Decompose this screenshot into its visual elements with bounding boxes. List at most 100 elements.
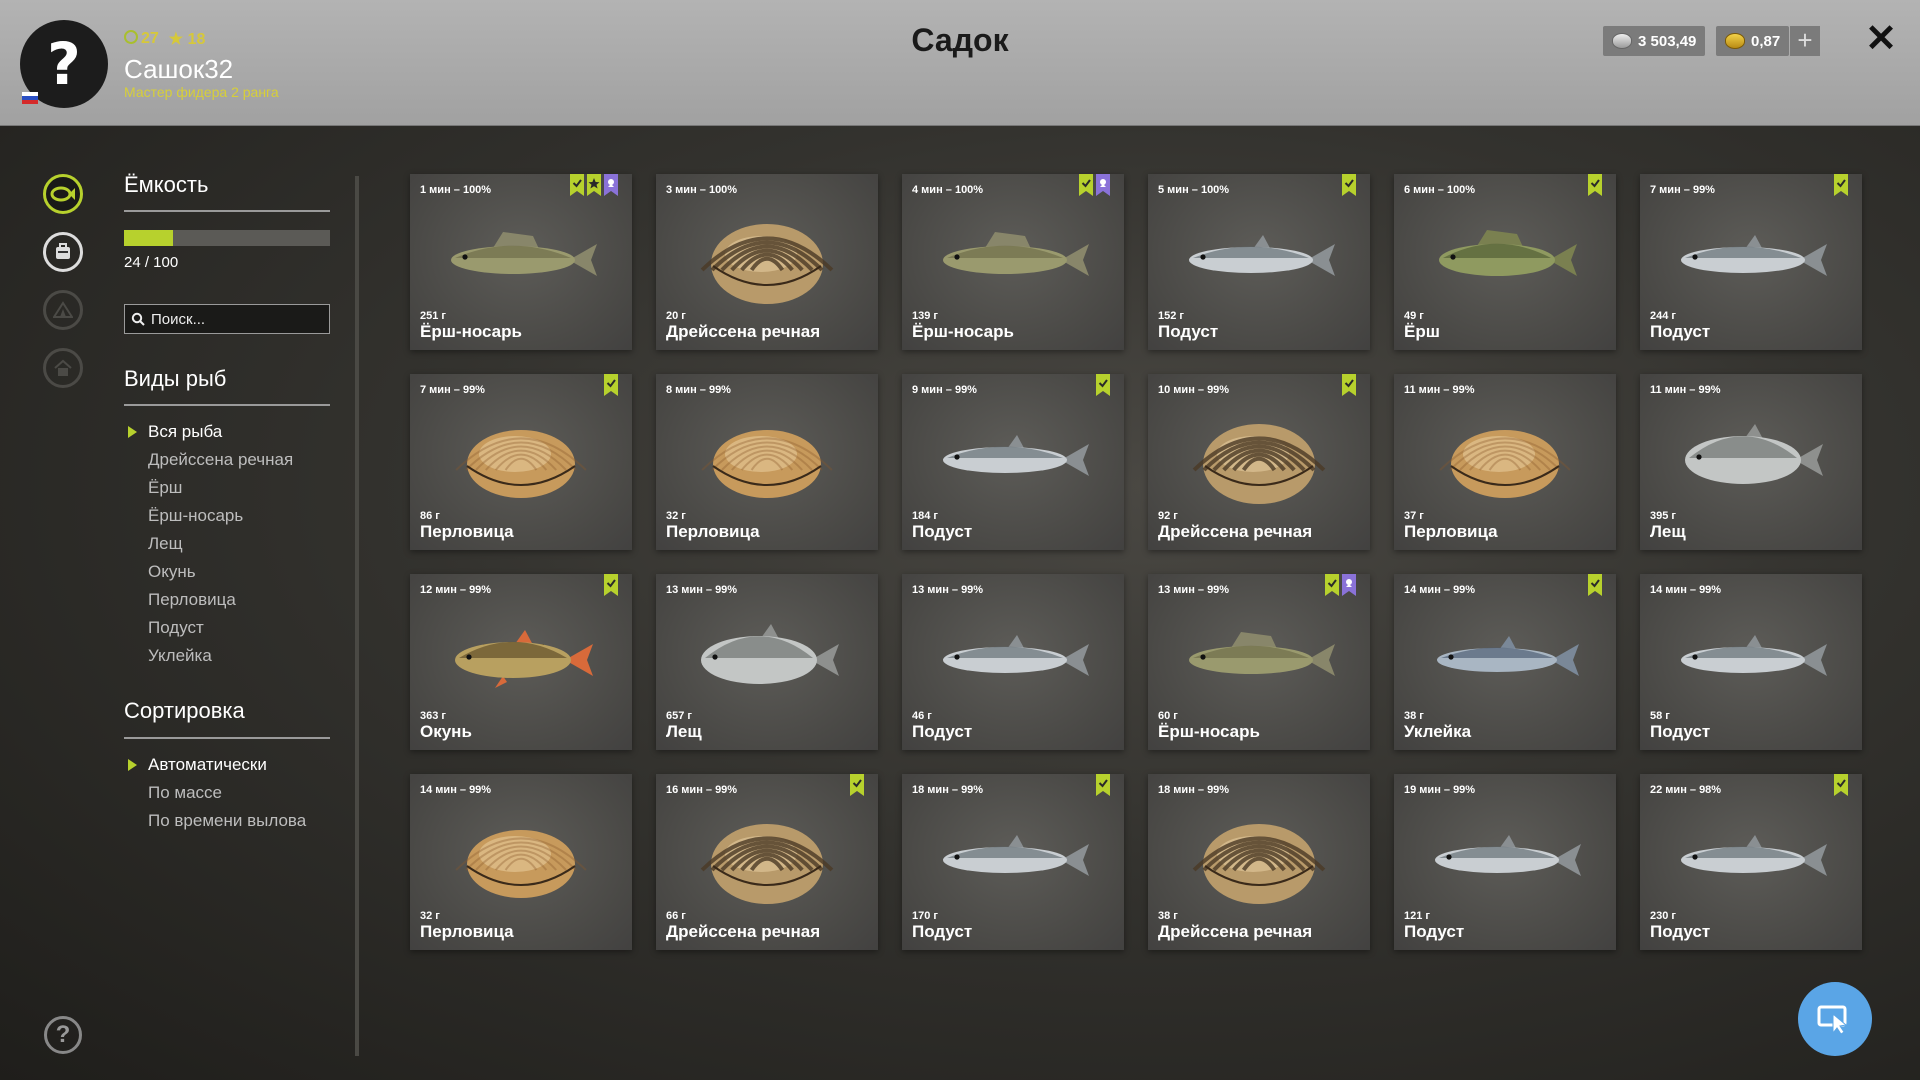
catch-card[interactable]: 7 мин – 99% 244 г Подуст <box>1640 174 1862 350</box>
catch-card[interactable]: 1 мин – 100% 251 г Ёрш-носарь <box>410 174 632 350</box>
catch-weight: 32 г <box>420 910 440 922</box>
card-badges <box>1096 774 1110 796</box>
catch-time: 11 мин – 99% <box>1650 384 1721 396</box>
tent-tab-icon[interactable] <box>43 290 83 330</box>
capacity-bar <box>124 230 330 246</box>
catch-card[interactable]: 22 мин – 98% 230 г Подуст <box>1640 774 1862 950</box>
catch-card[interactable]: 19 мин – 99% 121 г Подуст <box>1394 774 1616 950</box>
species-filter-item[interactable]: Окунь <box>124 558 293 586</box>
card-badges <box>850 774 864 796</box>
card-badges <box>1834 174 1848 196</box>
sort-divider <box>124 737 330 739</box>
fish-image <box>410 602 632 712</box>
bookmark-check-icon <box>1096 774 1110 796</box>
cursor-mode-button[interactable] <box>1798 982 1872 1056</box>
catch-name: Ёрш <box>1404 322 1440 341</box>
catch-card[interactable]: 18 мин – 99% 170 г Подуст <box>902 774 1124 950</box>
catch-card[interactable]: 13 мин – 99% 46 г Подуст <box>902 574 1124 750</box>
fish-image <box>902 602 1124 712</box>
catch-time: 14 мин – 99% <box>1404 584 1476 596</box>
catch-name: Подуст <box>1404 922 1465 941</box>
gold-amount: 0,87 <box>1751 32 1781 50</box>
capacity-text: 24 / 100 <box>124 254 179 271</box>
catch-card[interactable]: 11 мин – 99% 395 г Лещ <box>1640 374 1862 550</box>
catch-name: Перловица <box>666 522 760 541</box>
capacity-fill <box>124 230 174 246</box>
catch-card[interactable]: 14 мин – 99% 58 г Подуст <box>1640 574 1862 750</box>
catch-weight: 139 г <box>912 310 938 322</box>
catch-time: 6 мин – 100% <box>1404 184 1476 196</box>
catch-name: Подуст <box>1650 322 1711 341</box>
catch-weight: 121 г <box>1404 910 1430 922</box>
add-currency-button[interactable]: + <box>1790 26 1820 56</box>
house-tab-icon[interactable] <box>43 348 83 388</box>
species-filter-item[interactable]: Дрейссена речная <box>124 446 293 474</box>
mussel-image <box>656 802 878 912</box>
catch-weight: 92 г <box>1158 510 1178 522</box>
catch-card[interactable]: 9 мин – 99% 184 г Подуст <box>902 374 1124 550</box>
species-filter-item[interactable]: Вся рыба <box>124 418 293 446</box>
catch-weight: 66 г <box>666 910 686 922</box>
catch-card[interactable]: 6 мин – 100% 49 г Ёрш <box>1394 174 1616 350</box>
sort-option-item[interactable]: По времени вылова <box>124 807 306 835</box>
catch-weight: 184 г <box>912 510 938 522</box>
bag-tab-icon[interactable] <box>43 232 83 272</box>
species-filter-item[interactable]: Уклейка <box>124 642 293 670</box>
cursor-icon <box>1817 1005 1848 1035</box>
search-icon <box>131 312 145 326</box>
catch-card[interactable]: 3 мин – 100% 20 г Дрейссена речная <box>656 174 878 350</box>
species-filter-item[interactable]: Подуст <box>124 614 293 642</box>
catch-card[interactable]: 12 мин – 99% 363 г Окунь <box>410 574 632 750</box>
close-button[interactable]: ✕ <box>1862 20 1900 58</box>
species-filter-item[interactable]: Ёрш-носарь <box>124 502 293 530</box>
catch-card[interactable]: 5 мин – 100% 152 г Подуст <box>1148 174 1370 350</box>
silver-coin-icon <box>1612 33 1632 49</box>
bookmark-trophy-icon <box>1342 574 1356 596</box>
sort-option-item[interactable]: По массе <box>124 779 306 807</box>
bookmark-check-icon <box>570 174 584 196</box>
card-badges <box>604 574 618 596</box>
bookmark-star-icon <box>587 174 601 196</box>
catch-card[interactable]: 14 мин – 99% 32 г Перловица <box>410 774 632 950</box>
catch-card[interactable]: 16 мин – 99% 66 г Дрейссена речная <box>656 774 878 950</box>
fish-image <box>1640 202 1862 312</box>
catch-weight: 230 г <box>1650 910 1676 922</box>
catch-card[interactable]: 8 мин – 99% 32 г Перловица <box>656 374 878 550</box>
catch-name: Подуст <box>912 722 973 741</box>
catch-card[interactable]: 10 мин – 99% 92 г Дрейссена речная <box>1148 374 1370 550</box>
mussel-image <box>656 202 878 312</box>
catch-weight: 363 г <box>420 710 446 722</box>
sort-list: Автоматически По массе По времени вылова <box>124 751 306 835</box>
search-box[interactable]: Поиск... <box>124 304 330 334</box>
mussel-image <box>1148 802 1370 912</box>
catch-card[interactable]: 11 мин – 99% 37 г Перловица <box>1394 374 1616 550</box>
fish-keepnet-tab-icon[interactable] <box>43 174 83 214</box>
gold-coin-icon <box>1725 33 1745 49</box>
catch-card[interactable]: 7 мин – 99% 86 г Перловица <box>410 374 632 550</box>
catch-name: Лещ <box>666 722 702 741</box>
bookmark-check-icon <box>1588 174 1602 196</box>
catch-card[interactable]: 14 мин – 99% 38 г Уклейка <box>1394 574 1616 750</box>
help-icon[interactable]: ? <box>44 1016 82 1054</box>
catch-name: Ёрш-носарь <box>420 322 522 341</box>
catch-card[interactable]: 18 мин – 99% 38 г Дрейссена речная <box>1148 774 1370 950</box>
bookmark-check-icon <box>1834 774 1848 796</box>
sort-option-item[interactable]: Автоматически <box>124 751 306 779</box>
catch-name: Ёрш-носарь <box>1158 722 1260 741</box>
catch-name: Подуст <box>1650 722 1711 741</box>
catch-card[interactable]: 13 мин – 99% 657 г Лещ <box>656 574 878 750</box>
fish-image <box>902 802 1124 912</box>
catch-card[interactable]: 13 мин – 99% 60 г Ёрш-носарь <box>1148 574 1370 750</box>
catch-card[interactable]: 4 мин – 100% 139 г Ёрш-носарь <box>902 174 1124 350</box>
species-filter-item[interactable]: Лещ <box>124 530 293 558</box>
bookmark-check-icon <box>604 574 618 596</box>
species-filter-item[interactable]: Перловица <box>124 586 293 614</box>
gold-balance[interactable]: 0,87 <box>1716 26 1790 56</box>
fish-image <box>1394 202 1616 312</box>
catch-time: 14 мин – 99% <box>1650 584 1722 596</box>
sort-title: Сортировка <box>124 698 245 723</box>
mussel-image <box>1148 402 1370 512</box>
species-filter-item[interactable]: Ёрш <box>124 474 293 502</box>
catch-time: 10 мин – 99% <box>1158 384 1230 396</box>
silver-balance[interactable]: 3 503,49 <box>1603 26 1706 56</box>
